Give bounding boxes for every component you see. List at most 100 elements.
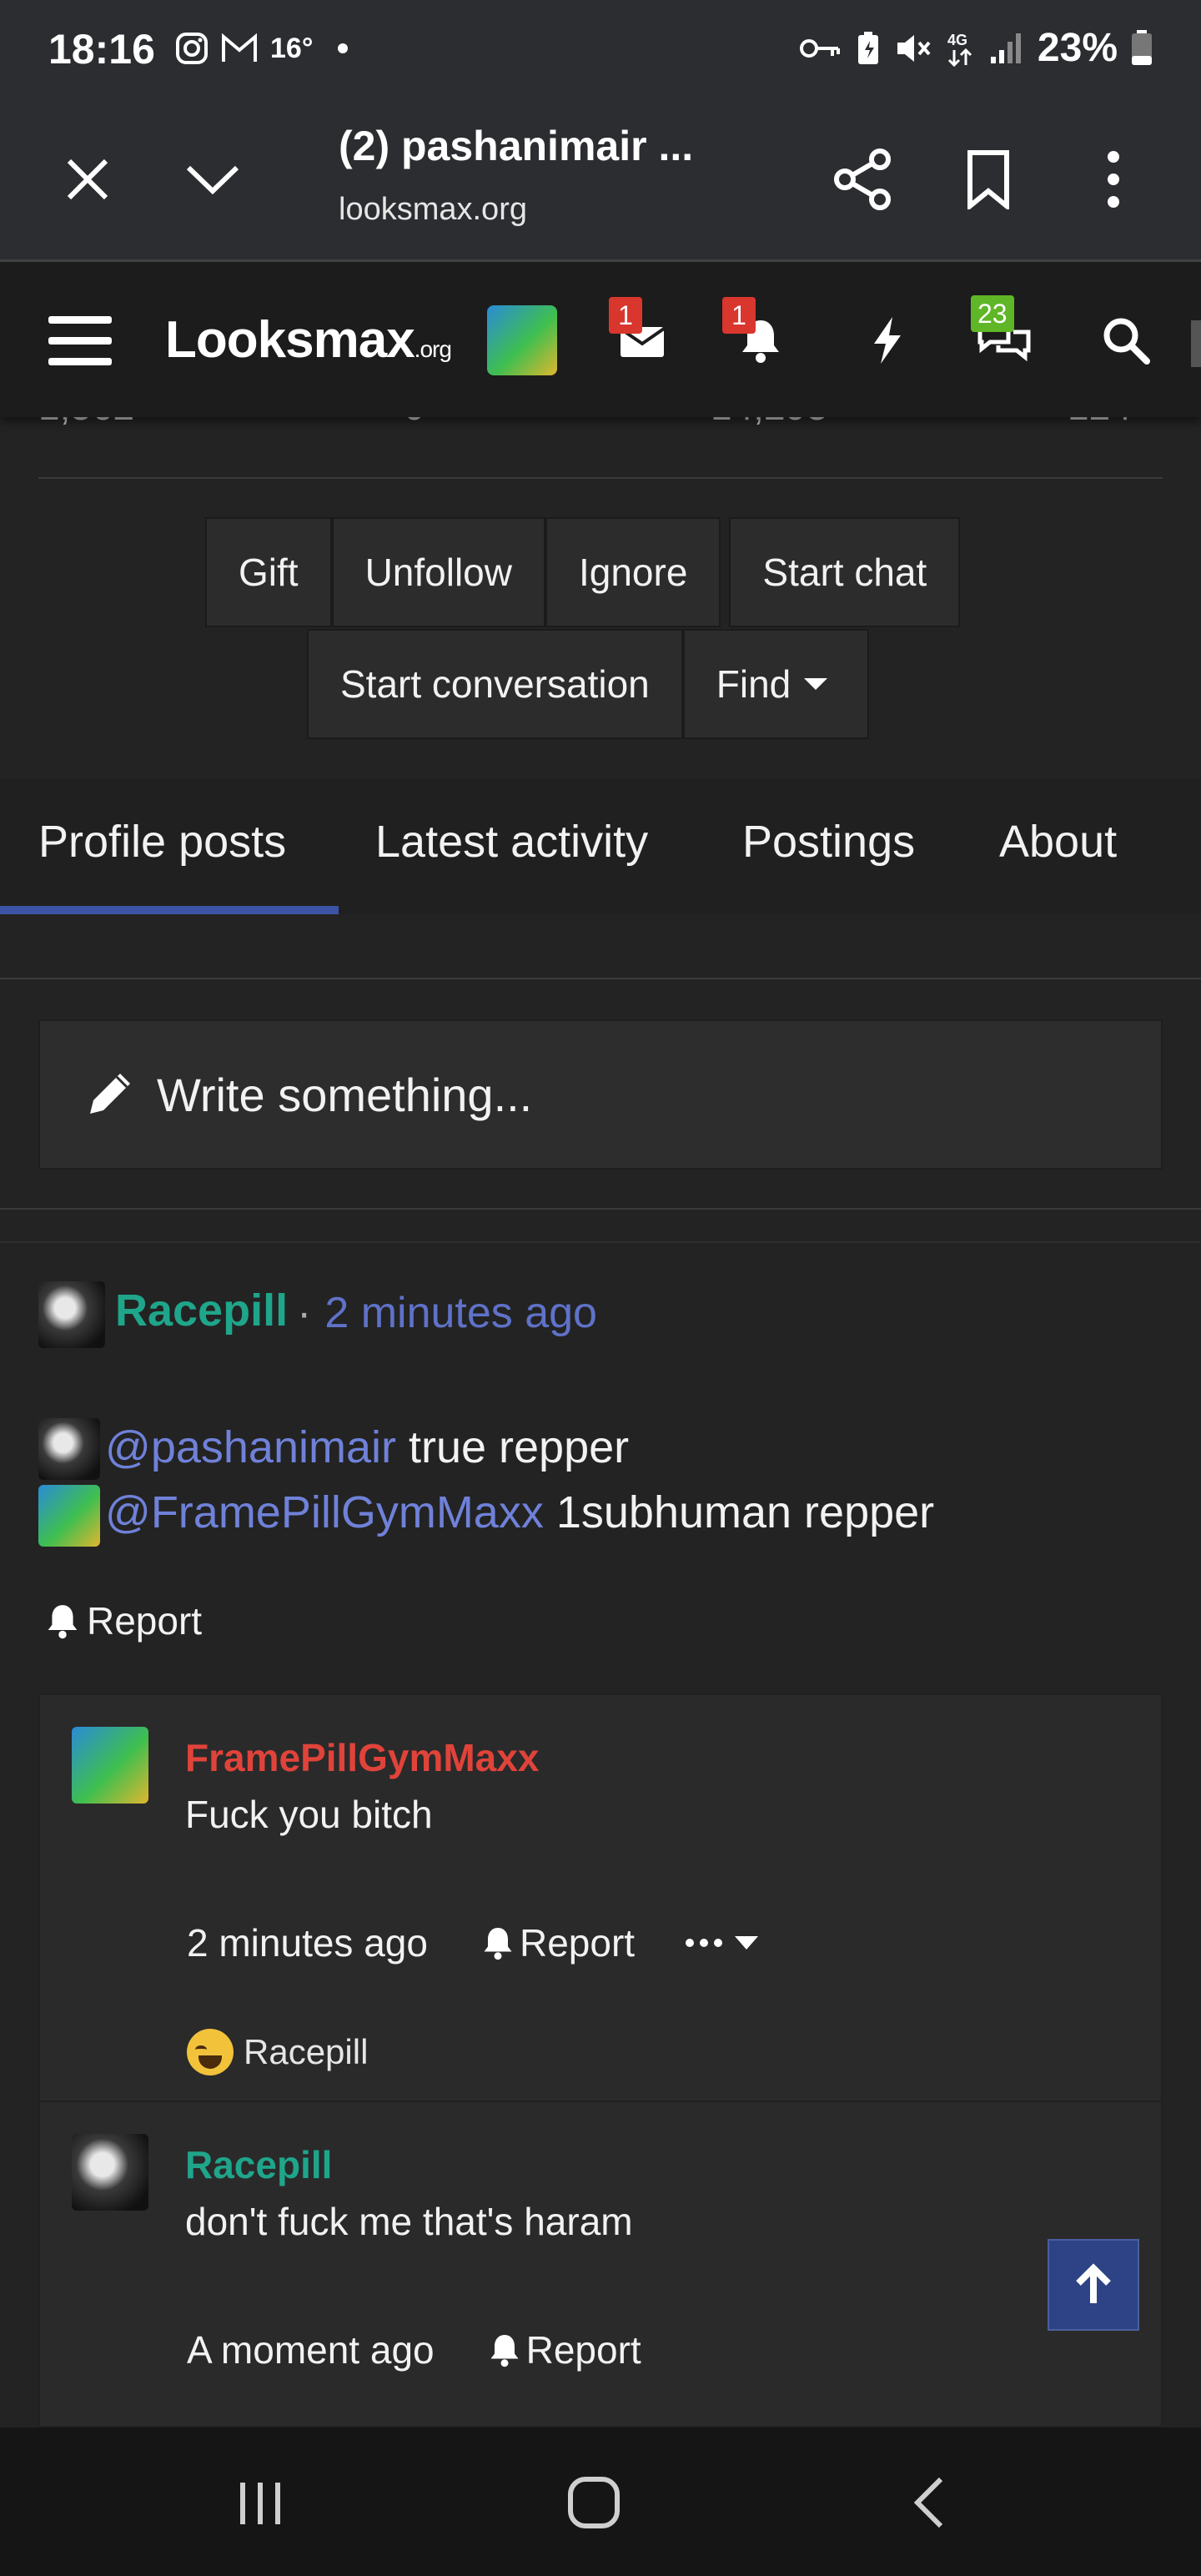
- post-timestamp[interactable]: · 2 minutes ago: [297, 1288, 597, 1338]
- more-horizontal-icon: [686, 1939, 723, 1947]
- comment-more-menu[interactable]: [685, 1936, 759, 1950]
- mention-link[interactable]: @pashanimair: [105, 1422, 396, 1472]
- arrow-up-icon: [1076, 2263, 1111, 2303]
- browser-toolbar: (2) pashanimair ... looksmax.org: [0, 98, 1201, 262]
- comment-time[interactable]: 2 minutes ago: [187, 1920, 428, 1965]
- post-text: true repper: [395, 1422, 630, 1472]
- post-author-avatar[interactable]: [38, 1281, 105, 1348]
- divider: [0, 978, 1201, 979]
- logo-suffix: .org: [414, 336, 452, 362]
- mention-avatar: [38, 1418, 100, 1480]
- comment-author-name[interactable]: FramePillGymMaxx: [185, 1735, 539, 1780]
- home-button[interactable]: [552, 2461, 636, 2544]
- search-icon: [1103, 318, 1150, 365]
- header-overflow-edge: [1191, 320, 1201, 367]
- home-icon: [568, 2477, 620, 2528]
- caret-down-icon: [735, 1936, 759, 1950]
- write-profile-post-box[interactable]: Write something...: [38, 1019, 1163, 1170]
- user-avatar[interactable]: [487, 305, 557, 375]
- tab-about[interactable]: About: [999, 816, 1117, 868]
- notification-icons: 16°: [175, 32, 349, 65]
- report-label: Report: [87, 1599, 203, 1643]
- status-bar: 18:16 16° 4G 23%: [0, 0, 1201, 98]
- back-icon: [913, 2477, 943, 2528]
- comment-reactions[interactable]: Racepill: [187, 2029, 368, 2075]
- post-author-name[interactable]: Racepill: [115, 1285, 288, 1336]
- reaction-user: Racepill: [244, 2032, 369, 2071]
- system-icons: 4G 23%: [799, 25, 1153, 71]
- site-header: Looksmax.org 1 1 23: [0, 262, 1201, 417]
- gift-button[interactable]: Gift: [205, 517, 332, 627]
- more-options-button[interactable]: [1076, 142, 1151, 217]
- search-button[interactable]: [1093, 307, 1159, 374]
- post-report-button[interactable]: Report: [45, 1598, 202, 1643]
- comment-author-avatar[interactable]: [72, 2134, 148, 2211]
- divider: [0, 1208, 1201, 1210]
- profile-actions-row-1: Gift Unfollow Ignore Start chat: [205, 517, 961, 627]
- find-dropdown[interactable]: Find: [682, 629, 870, 739]
- divider: [0, 1241, 1201, 1243]
- recents-icon: [240, 2483, 280, 2524]
- mute-icon: [897, 34, 931, 62]
- recent-apps-button[interactable]: [219, 2461, 302, 2544]
- comment-time[interactable]: A moment ago: [187, 2327, 435, 2372]
- tab-profile-posts[interactable]: Profile posts: [38, 816, 286, 868]
- menu-button[interactable]: [47, 307, 113, 374]
- post-text: 1subhuman repper: [543, 1487, 935, 1537]
- comment-author-name[interactable]: Racepill: [185, 2142, 332, 2187]
- pencil-icon: [90, 1074, 130, 1114]
- close-tab-button[interactable]: [50, 142, 125, 217]
- comment-text: don't fuck me that's haram: [185, 2200, 633, 2243]
- comment-meta: 2 minutes ago Report: [187, 1920, 759, 1965]
- start-conversation-button[interactable]: Start conversation: [307, 629, 683, 739]
- report-label: Report: [519, 1921, 636, 1965]
- comments-section: FramePillGymMaxx Fuck you bitch 2 minute…: [38, 1693, 1163, 2428]
- chat-badge: 23: [971, 295, 1014, 332]
- ignore-button[interactable]: Ignore: [545, 517, 721, 627]
- comment-text: Fuck you bitch: [185, 1793, 433, 1836]
- comment-author-avatar[interactable]: [72, 1727, 148, 1804]
- alerts-button[interactable]: 1: [722, 297, 794, 374]
- bookmark-icon: [967, 150, 1009, 209]
- post-line: @FramePillGymMaxx 1subhuman repper: [105, 1487, 934, 1538]
- comment-report-button[interactable]: Report: [481, 1920, 635, 1965]
- start-chat-button[interactable]: Start chat: [729, 517, 961, 627]
- write-placeholder: Write something...: [157, 1068, 533, 1121]
- hamburger-icon: [48, 316, 112, 365]
- 4g-icon: 4G: [947, 32, 972, 67]
- post-line: @pashanimair true repper: [105, 1421, 629, 1473]
- system-navigation-bar: [0, 2428, 1201, 2576]
- dot-icon: [338, 43, 349, 53]
- tab-latest-activity[interactable]: Latest activity: [375, 816, 648, 868]
- status-time: 18:16: [48, 26, 155, 73]
- close-icon: [67, 158, 108, 200]
- whats-new-button[interactable]: [854, 307, 921, 374]
- unfollow-button[interactable]: Unfollow: [331, 517, 545, 627]
- site-logo[interactable]: Looksmax.org: [165, 310, 452, 370]
- comment-report-button[interactable]: Report: [488, 2327, 641, 2372]
- share-button[interactable]: [826, 142, 901, 217]
- comment-divider: [40, 2101, 1161, 2102]
- bolt-icon: [874, 317, 901, 364]
- caret-down-icon: [804, 678, 828, 690]
- alerts-badge: 1: [722, 297, 756, 334]
- battery-icon: [1132, 29, 1152, 65]
- bookmark-button[interactable]: [951, 142, 1026, 217]
- back-button[interactable]: [887, 2461, 971, 2544]
- battery-percent: 23%: [1037, 26, 1118, 70]
- bell-icon: [484, 1928, 512, 1960]
- conversations-badge: 1: [609, 297, 642, 334]
- bell-icon: [48, 1605, 78, 1639]
- scroll-to-top-button[interactable]: [1048, 2239, 1139, 2331]
- key-icon: [799, 38, 840, 58]
- mention-link[interactable]: @FramePillGymMaxx: [105, 1487, 544, 1537]
- conversations-button[interactable]: 1: [609, 297, 676, 374]
- profile-actions-row-2: Start conversation Find: [307, 629, 870, 739]
- logo-text: Looksmax: [165, 311, 415, 369]
- tab-postings[interactable]: Postings: [742, 816, 915, 868]
- svg-text:4G: 4G: [947, 32, 967, 48]
- bell-icon: [490, 2335, 519, 2367]
- chat-button[interactable]: 23: [971, 295, 1038, 374]
- meta-separator: ·: [297, 1289, 312, 1337]
- minimize-button[interactable]: [175, 142, 250, 217]
